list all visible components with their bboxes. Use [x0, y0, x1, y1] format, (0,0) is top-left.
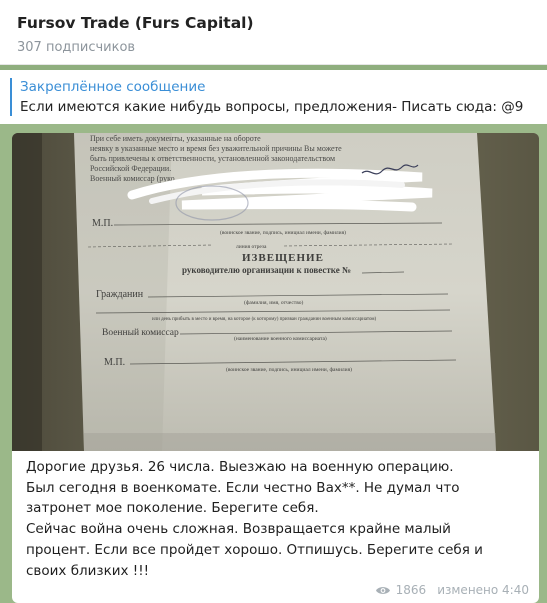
doc-line: Российской Федерации. [90, 164, 171, 173]
doc-caption: или день прибыть в место и время, на кот… [152, 317, 377, 322]
doc-line: При себе иметь документы, указанные на о… [90, 134, 261, 143]
message-line: процент. Если все пройдет хорошо. Отпишу… [26, 541, 483, 558]
pinned-text: Если имеются какие нибудь вопросы, предл… [20, 99, 524, 115]
message-bubble: При себе иметь документы, указанные на о… [12, 133, 539, 603]
message-line: своих близких !!! [26, 562, 150, 579]
doc-komissar: Военный комиссар [102, 327, 179, 338]
doc-caption: (наименование военного комиссариата) [234, 335, 327, 342]
edited-time: изменено 4:40 [437, 583, 529, 597]
doc-caption: (фамилия, имя, отчество) [244, 299, 304, 306]
message-line: затронет мое поколение. Берегите себя. [26, 500, 319, 517]
pinned-accent-bar [10, 78, 12, 116]
photo-document: При себе иметь документы, указанные на о… [12, 133, 539, 451]
doc-cutline: линия отреза [236, 244, 267, 250]
doc-subheading: руководителю организации к повестке № [182, 265, 351, 275]
doc-mp1: М.П. [92, 218, 113, 229]
doc-line: неявку в указанные место и время без ува… [90, 144, 342, 153]
message-line: Был сегодня в военкомате. Если честно Ва… [26, 479, 460, 496]
pinned-label: Закреплённое сообщение [20, 79, 206, 95]
eye-icon [375, 586, 390, 594]
doc-caption: (воинское звание, подпись, инициал имени… [220, 229, 346, 236]
channel-header[interactable]: Fursov Trade (Furs Capital) 307 подписчи… [0, 0, 547, 65]
message-text: Дорогие друзья. 26 числа. Выезжаю на вое… [26, 457, 531, 581]
doc-caption: (воинское звание, подпись, инициал имени… [226, 366, 352, 373]
channel-title: Fursov Trade (Furs Capital) [17, 14, 254, 32]
doc-line: Военный комиссар (руко [90, 174, 175, 183]
message-line: Сейчас война очень сложная. Возвращается… [26, 521, 451, 538]
doc-grazhdanin: Гражданин [96, 289, 144, 300]
doc-mp2: М.П. [104, 357, 125, 368]
doc-heading: ИЗВЕЩЕНИЕ [242, 252, 324, 264]
doc-line: быть привлечены к ответственности, устан… [90, 154, 335, 163]
message-photo[interactable]: При себе иметь документы, указанные на о… [12, 133, 539, 451]
pinned-message[interactable]: Закреплённое сообщение Если имеются каки… [0, 70, 547, 125]
view-count: 1866 [395, 583, 427, 597]
message-meta: 1866 изменено 4:40 [375, 583, 529, 597]
message-line: Дорогие друзья. 26 числа. Выезжаю на вое… [26, 459, 454, 475]
subscriber-count: 307 подписчиков [17, 40, 136, 55]
